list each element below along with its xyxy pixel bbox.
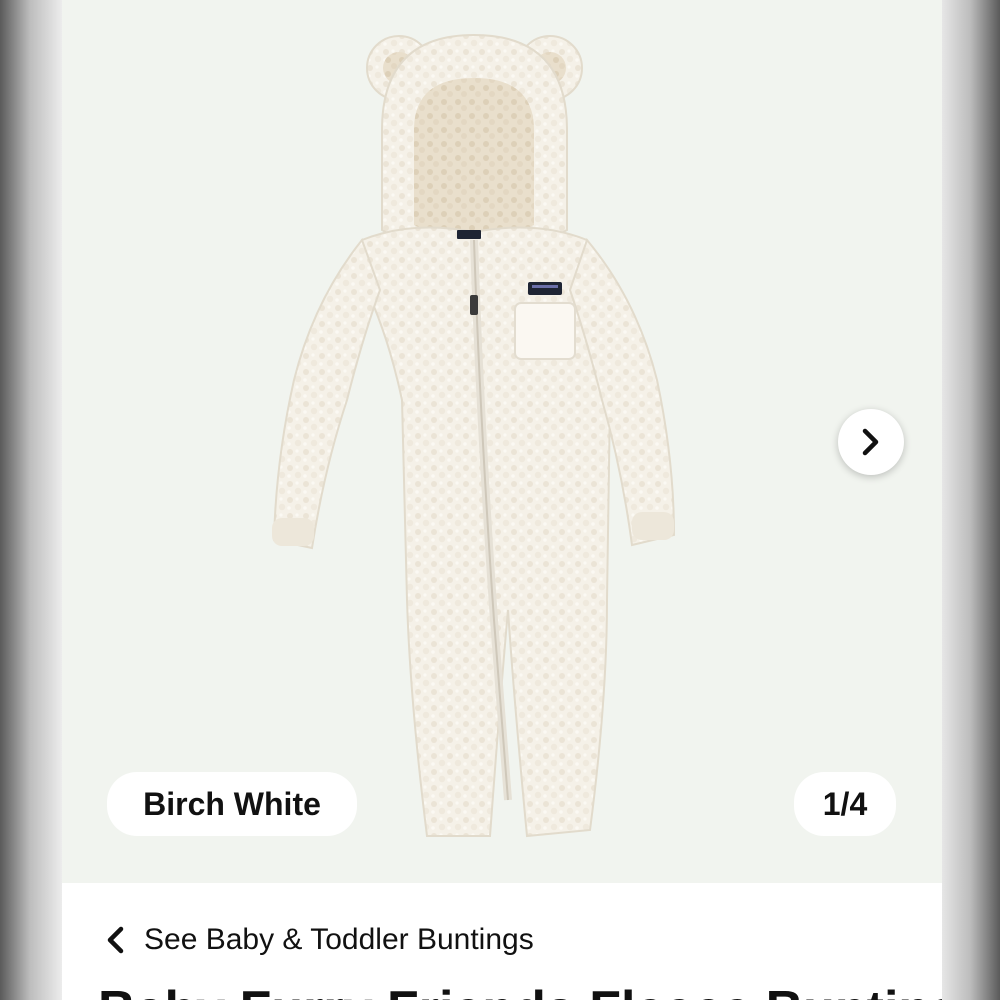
product-image-gallery[interactable]: Birch White 1/4 [62, 0, 942, 883]
next-image-button[interactable] [838, 409, 904, 475]
image-counter-badge: 1/4 [794, 772, 896, 836]
back-to-category-link[interactable]: See Baby & Toddler Buntings [102, 918, 534, 962]
chevron-left-icon [107, 926, 124, 954]
image-counter: 1/4 [822, 785, 868, 822]
chevron-right-icon [862, 428, 879, 456]
product-page: Birch White 1/4 See Baby & Toddler Bunti… [62, 0, 942, 1000]
product-title: Baby Furry Friends Fleece Bunting [98, 980, 942, 1000]
back-link-label: See Baby & Toddler Buntings [144, 923, 534, 956]
product-image [272, 33, 676, 838]
color-name: Birch White [143, 785, 321, 822]
color-name-badge: Birch White [107, 772, 357, 836]
